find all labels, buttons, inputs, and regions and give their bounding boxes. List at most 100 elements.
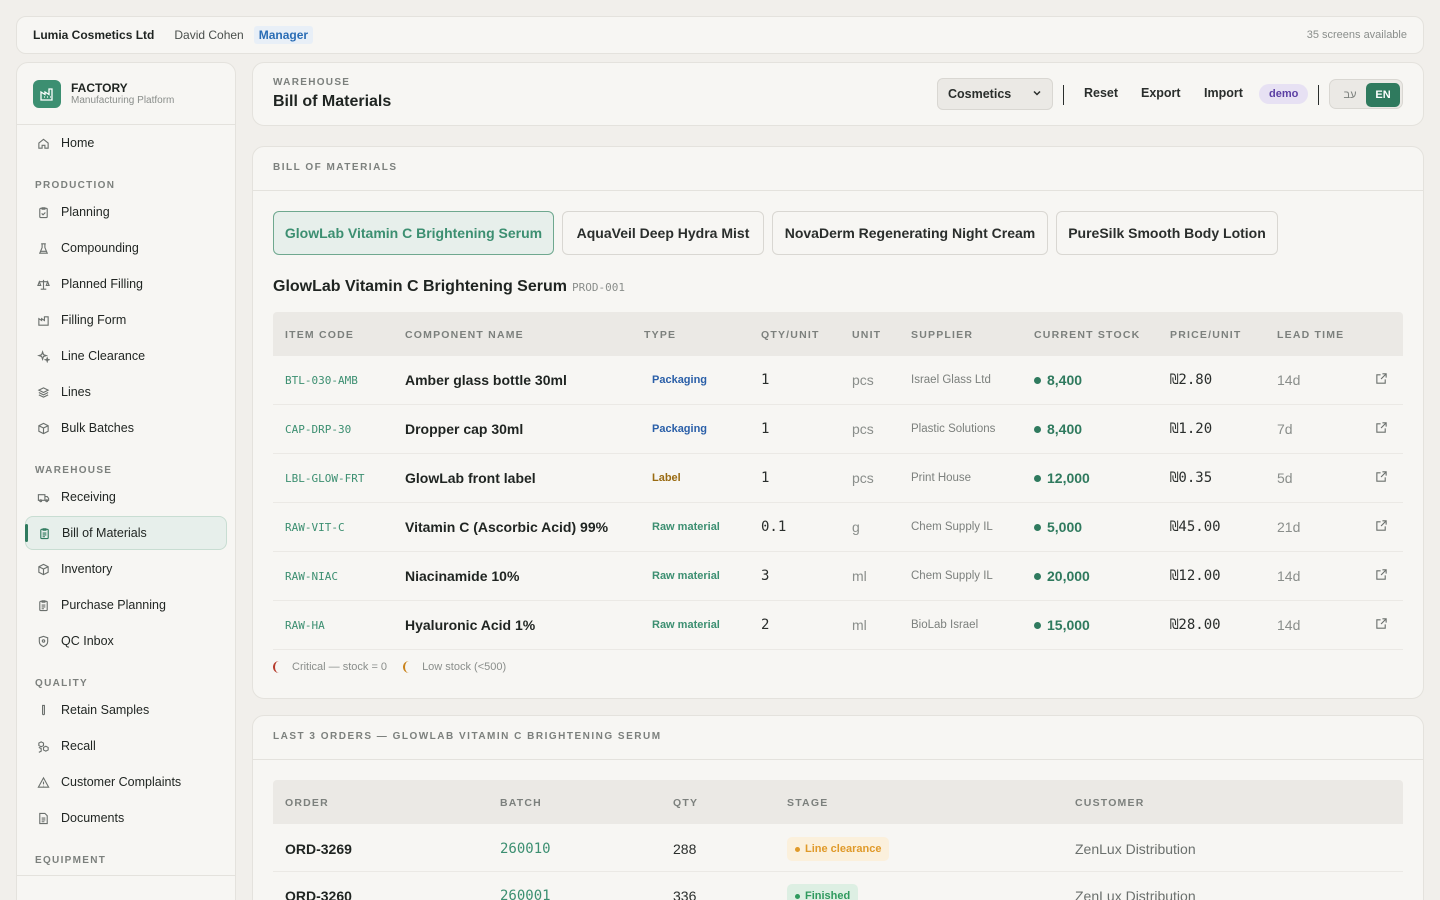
stock-status-dot xyxy=(1034,425,1041,433)
section-production: PRODUCTION xyxy=(35,180,116,191)
user-name: David Cohen xyxy=(174,28,244,42)
sidebar-item-documents[interactable]: Documents xyxy=(25,801,227,835)
reset-button[interactable]: Reset xyxy=(1084,86,1118,100)
current-stock: 20,000 xyxy=(1034,568,1090,584)
sidebar-item-label: Line Clearance xyxy=(61,349,146,363)
customer: ZenLux Distribution xyxy=(1075,841,1196,857)
brand: FACTORY Manufacturing Platform xyxy=(17,63,235,125)
table-row[interactable]: LBL-GLOW-FRT GlowLab front label Label 1… xyxy=(273,454,1403,503)
sidebar-divider xyxy=(17,875,235,876)
export-button[interactable]: Export xyxy=(1141,86,1181,100)
sidebar-item-label: Purchase Planning xyxy=(61,598,166,612)
sidebar-item-bill-of-materials[interactable]: Bill of Materials xyxy=(25,516,227,550)
external-link-icon[interactable] xyxy=(1375,372,1388,390)
external-link-icon[interactable] xyxy=(1375,470,1388,488)
price-per-unit: ₪1.20 xyxy=(1170,421,1213,437)
batch-link[interactable]: 260010 xyxy=(500,841,551,857)
sidebar-item-bulk-batches[interactable]: Bulk Batches xyxy=(25,411,227,445)
breadcrumb: WAREHOUSE xyxy=(273,77,351,88)
batch-link[interactable]: 260001 xyxy=(500,888,551,900)
section-equipment: EQUIPMENT xyxy=(35,855,107,866)
item-code[interactable]: RAW-VIT-C xyxy=(285,521,345,534)
table-row[interactable]: ORD-3260 260001 336 Finished ZenLux Dist… xyxy=(273,872,1403,900)
sidebar-item-retain-samples[interactable]: Retain Samples xyxy=(25,693,227,727)
sidebar-item-planned-filling[interactable]: Planned Filling xyxy=(25,267,227,301)
box-icon xyxy=(38,563,49,575)
sidebar-item-label: Recall xyxy=(61,739,96,753)
factory-logo-icon xyxy=(33,79,61,108)
sidebar-item-customer-complaints[interactable]: Customer Complaints xyxy=(25,765,227,799)
legend-low: Low stock (<500) xyxy=(422,661,507,673)
sidebar-item-recall[interactable]: Recall xyxy=(25,729,227,763)
tab-product-glowlab[interactable]: GlowLab Vitamin C Brightening Serum xyxy=(273,211,554,255)
role-badge: Manager xyxy=(253,26,314,44)
table-row[interactable]: RAW-HA Hyaluronic Acid 1% Raw material 2… xyxy=(273,601,1403,650)
lead-time: 7d xyxy=(1277,421,1293,437)
sidebar-item-filling-form[interactable]: Filling Form xyxy=(25,303,227,337)
page-header: WAREHOUSE Bill of Materials Cosmetics Re… xyxy=(252,62,1424,126)
stock-status-dot xyxy=(1034,474,1041,482)
column-header: TYPE xyxy=(644,329,677,341)
current-stock: 5,000 xyxy=(1034,519,1082,535)
sidebar-item-qc-inbox[interactable]: QC Inbox xyxy=(25,624,227,658)
clipboard-list-icon xyxy=(39,599,48,611)
type-badge: Raw material xyxy=(652,521,720,533)
sidebar-item-purchase-planning[interactable]: Purchase Planning xyxy=(25,588,227,622)
alert-triangle-icon xyxy=(37,776,50,788)
page-title: Bill of Materials xyxy=(273,93,392,110)
tab-product-aquaveil[interactable]: AquaVeil Deep Hydra Mist xyxy=(562,211,764,255)
item-code[interactable]: RAW-NIAC xyxy=(285,570,338,583)
test-tube-icon xyxy=(42,704,45,715)
sidebar-item-planning[interactable]: Planning xyxy=(25,195,227,229)
item-code[interactable]: CAP-DRP-30 xyxy=(285,423,351,436)
box-icon xyxy=(38,422,49,434)
table-row[interactable]: RAW-NIAC Niacinamide 10% Raw material 3 … xyxy=(273,552,1403,601)
import-button[interactable]: Import xyxy=(1204,86,1243,100)
table-row[interactable]: CAP-DRP-30 Dropper cap 30ml Packaging 1 … xyxy=(273,405,1403,454)
sidebar-item-lines[interactable]: Lines xyxy=(25,375,227,409)
unit: pcs xyxy=(852,421,874,437)
sidebar-item-label: Filling Form xyxy=(61,313,127,327)
item-code[interactable]: RAW-HA xyxy=(285,619,325,632)
external-link-icon[interactable] xyxy=(1375,617,1388,635)
truck-icon xyxy=(37,493,50,502)
sidebar-item-receiving[interactable]: Receiving xyxy=(25,480,227,514)
category-select-value: Cosmetics xyxy=(948,87,1012,101)
sidebar: FACTORY Manufacturing Platform Home PROD… xyxy=(16,62,236,900)
language-toggle: עב EN xyxy=(1329,79,1403,109)
external-link-icon[interactable] xyxy=(1375,519,1388,537)
table-row[interactable]: ORD-3269 260010 288 Line clearance ZenLu… xyxy=(273,825,1403,872)
stage-badge: Line clearance xyxy=(787,837,890,861)
demo-badge: demo xyxy=(1259,84,1309,104)
table-row[interactable]: RAW-VIT-C Vitamin C (Ascorbic Acid) 99% … xyxy=(273,503,1403,552)
order-qty: 288 xyxy=(673,841,697,857)
tab-product-novaderm[interactable]: NovaDerm Regenerating Night Cream xyxy=(772,211,1048,255)
sidebar-item-label: Customer Complaints xyxy=(61,775,182,789)
status-dot xyxy=(795,893,800,899)
home-icon xyxy=(38,138,49,149)
stock-status-dot xyxy=(1034,376,1041,384)
sidebar-item-compounding[interactable]: Compounding xyxy=(25,231,227,265)
sidebar-item-label: Retain Samples xyxy=(61,703,150,717)
tab-product-puresilk[interactable]: PureSilk Smooth Body Lotion xyxy=(1056,211,1278,255)
unit: pcs xyxy=(852,470,874,486)
sidebar-item-line-clearance[interactable]: Line Clearance xyxy=(25,339,227,373)
unit: g xyxy=(852,519,860,535)
item-code[interactable]: BTL-030-AMB xyxy=(285,374,358,387)
lang-he-button[interactable]: עב xyxy=(1334,83,1366,107)
item-code[interactable]: LBL-GLOW-FRT xyxy=(285,472,364,485)
supplier: Chem Supply IL xyxy=(911,570,993,582)
category-select[interactable]: Cosmetics xyxy=(937,78,1053,110)
sidebar-item-home[interactable]: Home xyxy=(25,126,227,160)
lang-en-button[interactable]: EN xyxy=(1366,83,1400,107)
sidebar-item-inventory[interactable]: Inventory xyxy=(25,552,227,586)
column-header: ITEM CODE xyxy=(285,329,355,341)
external-link-icon[interactable] xyxy=(1375,421,1388,439)
layers-icon xyxy=(37,386,50,398)
sidebar-item-label: Lines xyxy=(61,385,91,399)
table-row[interactable]: BTL-030-AMB Amber glass bottle 30ml Pack… xyxy=(273,356,1403,405)
current-stock: 15,000 xyxy=(1034,617,1090,633)
critical-swatch xyxy=(273,661,280,673)
external-link-icon[interactable] xyxy=(1375,568,1388,586)
unit: pcs xyxy=(852,372,874,388)
